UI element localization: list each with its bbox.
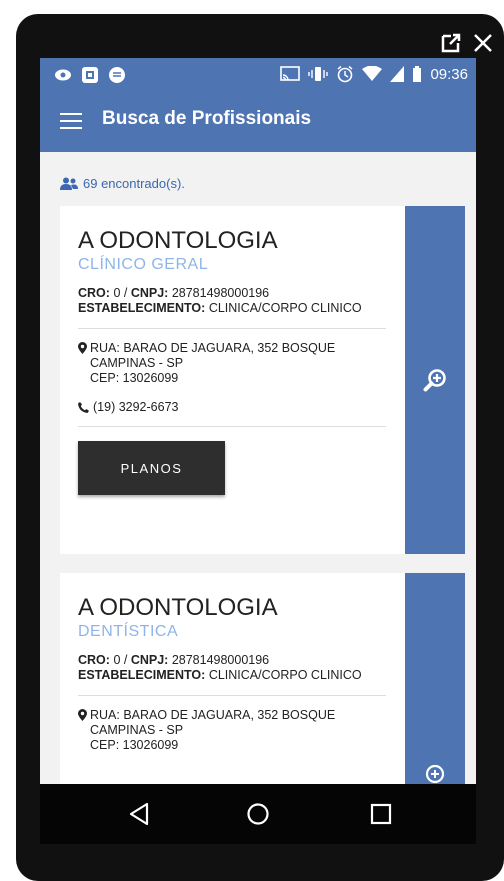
eye-icon	[55, 69, 71, 81]
status-time: 09:36	[430, 65, 468, 83]
users-icon	[60, 177, 78, 190]
map-marker-icon	[78, 342, 87, 354]
estab-label: ESTABELECIMENTO:	[78, 668, 206, 682]
registration-info: CRO: 0 / CNPJ: 28781498000196 ESTABELECI…	[78, 286, 386, 316]
estab-value: CLINICA/CORPO CLINICO	[208, 668, 362, 682]
plus-circle-icon[interactable]	[425, 764, 445, 784]
phone-icon	[78, 401, 89, 413]
home-icon[interactable]	[246, 802, 270, 826]
zoom-in-icon[interactable]	[423, 368, 447, 392]
professional-name: A ODONTOLOGIA	[78, 227, 278, 254]
results-count-text: 69 encontrado(s).	[83, 176, 185, 191]
recents-icon[interactable]	[370, 802, 392, 826]
cast-icon	[280, 66, 301, 81]
battery-icon	[413, 66, 422, 82]
cro-value: 0 /	[113, 653, 131, 667]
status-bar: 09:36	[40, 58, 476, 92]
address-line2: CAMPINAS - SP	[90, 723, 184, 737]
phone-number: (19) 3292-6673	[93, 400, 179, 414]
divider	[78, 426, 386, 427]
cro-label: CRO:	[78, 653, 110, 667]
address-line2: CAMPINAS - SP	[90, 356, 184, 370]
address-cep: CEP: 13026099	[90, 738, 179, 752]
alarm-icon	[337, 65, 353, 83]
app-bar: Busca de Profissionais	[40, 92, 476, 152]
professional-card: A ODONTOLOGIA CLÍNICO GERAL CRO: 0 / CNP…	[60, 206, 465, 554]
estab-value: CLINICA/CORPO CLINICO	[208, 301, 362, 315]
close-icon[interactable]	[472, 32, 494, 54]
message-icon	[109, 67, 125, 83]
cnpj-value: 28781498000196	[171, 653, 270, 667]
estab-label: ESTABELECIMENTO:	[78, 301, 206, 315]
cnpj-value: 28781498000196	[171, 286, 270, 300]
cnpj-label: CNPJ:	[130, 653, 169, 667]
app-screen: 09:36 Busca de Profissionais 69 encontra…	[40, 58, 476, 784]
professional-name: A ODONTOLOGIA	[78, 594, 278, 621]
address-line1: RUA: BARAO DE JAGUARA, 352 BOSQUE	[90, 341, 336, 355]
phone-row[interactable]: (19) 3292-6673	[78, 400, 386, 414]
address-block: RUA: BARAO DE JAGUARA, 352 BOSQUE CAMPIN…	[78, 708, 386, 753]
professional-card: A ODONTOLOGIA DENTÍSTICA CRO: 0 / CNPJ: …	[60, 573, 465, 784]
registration-info: CRO: 0 / CNPJ: 28781498000196 ESTABELECI…	[78, 653, 386, 683]
divider	[78, 328, 386, 329]
results-count: 69 encontrado(s).	[60, 176, 185, 191]
wifi-icon	[362, 66, 383, 81]
open-external-icon[interactable]	[440, 32, 462, 54]
cro-value: 0 /	[113, 286, 131, 300]
android-nav-bar	[40, 784, 476, 844]
address-line1: RUA: BARAO DE JAGUARA, 352 BOSQUE	[90, 708, 336, 722]
address-cep: CEP: 13026099	[90, 371, 179, 385]
details-side-panel[interactable]	[405, 206, 465, 554]
back-icon[interactable]	[128, 802, 150, 826]
page-title: Busca de Profissionais	[102, 108, 312, 129]
vibrate-icon	[308, 67, 329, 81]
signal-icon	[390, 66, 405, 82]
divider	[78, 695, 386, 696]
cnpj-label: CNPJ:	[130, 286, 169, 300]
hamburger-icon[interactable]	[60, 113, 82, 129]
window-controls	[440, 32, 494, 54]
cro-label: CRO:	[78, 286, 110, 300]
specialty-label: CLÍNICO GERAL	[78, 256, 209, 273]
details-side-panel[interactable]	[405, 573, 465, 784]
planos-button[interactable]: PLANOS	[78, 441, 225, 495]
specialty-label: DENTÍSTICA	[78, 623, 179, 640]
grid-icon	[82, 67, 98, 83]
map-marker-icon	[78, 709, 87, 721]
address-block: RUA: BARAO DE JAGUARA, 352 BOSQUE CAMPIN…	[78, 341, 386, 386]
